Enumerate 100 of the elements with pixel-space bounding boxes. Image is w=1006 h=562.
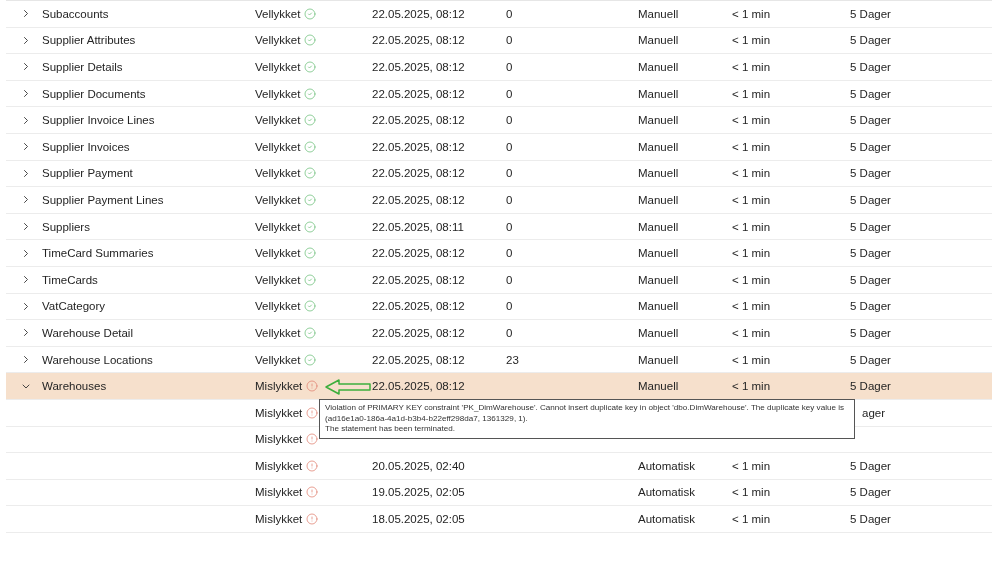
table-cell: Warehouses [42,380,107,393]
table-cell: 0 [506,220,513,233]
table-cell: Supplier Documents [42,87,146,100]
table-cell: 0 [506,7,513,20]
table-cell: 0 [506,273,513,286]
table-cell: 22.05.2025, 08:12 [372,353,465,366]
table-cell: < 1 min [732,87,771,100]
table-cell: 22.05.2025, 08:12 [372,167,465,180]
table-cell: Supplier Invoices [42,140,130,153]
table-cell: 0 [506,167,513,180]
table-cell: 0 [506,247,513,260]
table-cell: Manuell [638,247,679,260]
table-cell: 0 [506,326,513,339]
table-cell: 5 Dager [850,273,891,286]
table-cell: 22.05.2025, 08:12 [372,193,465,206]
table-cell: 5 Dager [850,247,891,260]
status-text: Vellykket [255,34,301,47]
tooltip-text: The statement has been terminated. [325,424,457,435]
table-cell: Manuell [638,167,679,180]
table-cell: 5 Dager [850,380,891,393]
table-cell: Supplier Attributes [42,34,136,47]
table-cell: 5 Dager [850,87,891,100]
table-row[interactable]: Warehouses Mislykket 22.05.2025, 08:12 Manuell < 1 min 5 Dager [6,373,992,400]
table-cell: < 1 min [732,7,771,20]
table-cell: 0 [506,114,513,127]
table-cell: < 1 min [732,273,771,286]
table-cell: Supplier Invoice Lines [42,114,155,127]
table-cell: VatCategory [42,300,106,313]
table-cell: 23 [506,353,519,366]
table-cell: Manuell [638,326,679,339]
table-cell: Supplier Details [42,61,123,73]
table-cell: 0 [506,61,513,73]
table-cell: < 1 min [732,61,771,73]
table-cell: TimeCards [42,273,98,286]
table-cell: Warehouse Locations [42,353,153,366]
table-cell: Manuell [638,273,679,286]
table-cell: 22.05.2025, 08:12 [372,273,465,286]
tooltip-text: (ad16e1a0-186a-4a1d-b3b4-b22eff298da7, 1361329, 1). [325,413,529,424]
status-text: Vellykket [255,87,301,100]
table-cell: 0 [506,34,513,47]
arrow-annotation [325,378,371,396]
table-cell: 5 Dager [850,114,891,127]
table-cell: Subaccounts [42,7,109,20]
table-cell: 18.05.2025, 02:05 [372,513,465,526]
status-text: Mislykket [255,406,303,419]
table-cell: 5 Dager [850,353,891,366]
table-cell: 22.05.2025, 08:12 [372,87,465,100]
table-cell: < 1 min [732,486,771,499]
table-cell: 5 Dager [850,7,891,20]
status-text: Vellykket [255,247,301,260]
table-cell: < 1 min [732,114,771,127]
status-text: Vellykket [255,220,301,233]
table-cell: Manuell [638,7,679,20]
table-cell: Warehouse Detail [42,326,133,339]
table-cell: Manuell [638,353,679,366]
status-text: Vellykket [255,7,301,20]
table-cell: 22.05.2025, 08:11 [372,220,464,233]
table-cell: < 1 min [732,326,771,339]
status-text: Vellykket [255,140,301,153]
table-cell: Suppliers [42,220,90,233]
status-text: Vellykket [255,326,301,339]
table-cell: < 1 min [732,353,771,366]
table-cell: Supplier Payment Lines [42,193,164,206]
table-cell: 5 Dager [850,513,891,526]
status-text: Mislykket [255,459,303,472]
status-text: Mislykket [255,380,303,393]
table-cell: TimeCard Summaries [42,247,154,260]
table-cell: < 1 min [732,380,771,393]
table-cell: 5 Dager [850,193,891,206]
table-cell: 19.05.2025, 02:05 [372,486,465,499]
status-text: Vellykket [255,273,301,286]
table-cell: < 1 min [732,193,771,206]
table-cell: 22.05.2025, 08:12 [372,7,465,20]
table-cell: 5 Dager [850,459,891,472]
table-cell: < 1 min [732,513,771,526]
table-cell: < 1 min [732,247,771,260]
table-cell: 0 [506,193,513,206]
table-cell: Manuell [638,380,679,393]
table-cell: Manuell [638,220,679,233]
table-cell: 22.05.2025, 08:12 [372,114,465,127]
status-text: Vellykket [255,61,301,73]
table-cell: 5 Dager [850,486,891,499]
table-cell: < 1 min [732,220,771,233]
table-cell: 5 Dager [850,140,891,153]
table-cell: < 1 min [732,167,771,180]
tooltip-text: Violation of PRIMARY KEY constraint 'PK_DimWarehouse'. Cannot insert duplicate key in object 'dbo.DimWarehouse'. The duplicate key value is [325,403,846,414]
table-cell: Automatisk [638,459,695,472]
table-cell: 5 Dager [850,34,891,47]
status-text: Vellykket [255,353,301,366]
table-cell: < 1 min [732,34,771,47]
table-cell: ager [862,406,886,419]
table-cell: 22.05.2025, 08:12 [372,34,465,47]
table-cell: 0 [506,140,513,153]
table-cell: Manuell [638,140,679,153]
table-cell: 22.05.2025, 08:12 [372,326,465,339]
status-text: Vellykket [255,300,301,313]
table-cell: Manuell [638,114,679,127]
table-cell: 22.05.2025, 08:12 [372,247,465,260]
status-text: Mislykket [255,513,303,526]
table-cell: Manuell [638,87,679,100]
